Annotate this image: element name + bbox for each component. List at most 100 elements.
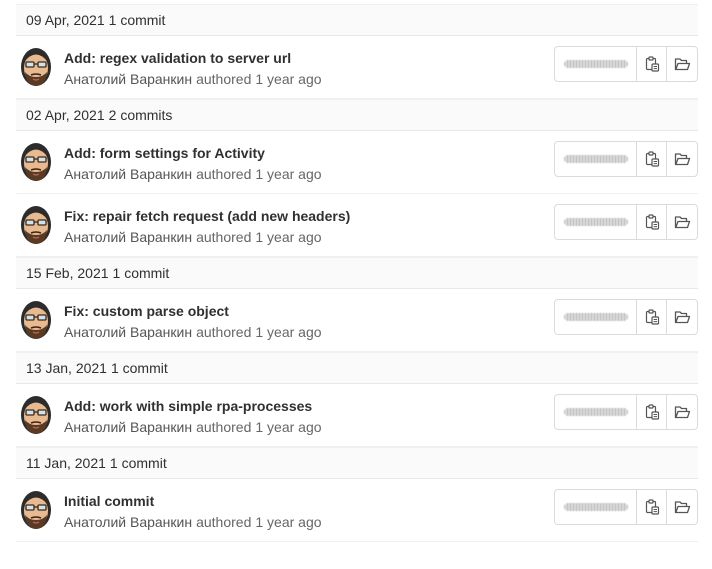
copy-sha-button[interactable] xyxy=(637,205,667,239)
folder-open-icon xyxy=(674,500,690,513)
commit-row: Add: regex validation to server url Анат… xyxy=(16,36,698,99)
commit-author-link[interactable]: Анатолий Варанкин xyxy=(64,514,192,530)
commit-title-link[interactable]: Add: work with simple rpa-processes xyxy=(64,398,312,414)
commit-row: Add: work with simple rpa-processes Анат… xyxy=(16,384,698,447)
commit-actions xyxy=(554,394,698,430)
day-commit-count: 1 commit xyxy=(110,360,168,376)
commit-meta: Анатолий Варанкин authored 1 year ago xyxy=(64,419,322,435)
browse-files-button[interactable] xyxy=(667,205,697,239)
browse-files-button[interactable] xyxy=(667,300,697,334)
commit-sha-button[interactable] xyxy=(555,205,637,239)
folder-open-icon xyxy=(674,57,690,70)
clipboard-copy-icon xyxy=(645,56,659,72)
commit-sha-button[interactable] xyxy=(555,142,637,176)
commit-author-link[interactable]: Анатолий Варанкин xyxy=(64,229,192,245)
clipboard-copy-icon xyxy=(645,309,659,325)
clipboard-copy-icon xyxy=(645,151,659,167)
commit-row: Initial commit Анатолий Варанкин authored… xyxy=(16,479,698,542)
commit-title-link[interactable]: Fix: repair fetch request (add new heade… xyxy=(64,208,350,224)
day-commit-count: 1 commit xyxy=(109,455,167,471)
day-header: 02 Apr, 2021 2 commits xyxy=(16,99,698,131)
author-avatar[interactable] xyxy=(20,490,52,530)
commit-author-link[interactable]: Анатолий Варанкин xyxy=(64,166,192,182)
commit-time: 1 year ago xyxy=(255,419,322,435)
clipboard-copy-icon xyxy=(645,214,659,230)
commit-sha-redacted xyxy=(563,313,628,321)
day-commit-count: 1 commit xyxy=(112,265,170,281)
copy-sha-button[interactable] xyxy=(637,490,667,524)
day-header: 13 Jan, 2021 1 commit xyxy=(16,352,698,384)
commit-actions xyxy=(554,141,698,177)
commit-sha-button[interactable] xyxy=(555,395,637,429)
commit-row: Fix: repair fetch request (add new heade… xyxy=(16,194,698,257)
day-date: 15 Feb, 2021 xyxy=(26,265,109,281)
commit-time: 1 year ago xyxy=(255,166,322,182)
commit-authored-label: authored xyxy=(196,324,252,340)
clipboard-copy-icon xyxy=(645,499,659,515)
commit-sha-button[interactable] xyxy=(555,300,637,334)
commit-time: 1 year ago xyxy=(255,71,322,87)
commit-author-link[interactable]: Анатолий Варанкин xyxy=(64,419,192,435)
commit-actions xyxy=(554,489,698,525)
commit-actions xyxy=(554,299,698,335)
commit-sha-redacted xyxy=(563,218,628,226)
copy-sha-button[interactable] xyxy=(637,300,667,334)
day-date: 13 Jan, 2021 xyxy=(26,360,107,376)
day-date: 11 Jan, 2021 xyxy=(26,455,106,471)
author-avatar[interactable] xyxy=(20,300,52,340)
day-header: 15 Feb, 2021 1 commit xyxy=(16,257,698,289)
author-avatar[interactable] xyxy=(20,395,52,435)
browse-files-button[interactable] xyxy=(667,142,697,176)
commit-sha-redacted xyxy=(563,60,628,68)
commit-sha-button[interactable] xyxy=(555,490,637,524)
commit-list: 09 Apr, 2021 1 commit Add: regex validati… xyxy=(16,4,698,542)
commit-meta: Анатолий Варанкин authored 1 year ago xyxy=(64,71,322,87)
copy-sha-button[interactable] xyxy=(637,395,667,429)
commit-sha-redacted xyxy=(563,408,628,416)
day-date: 02 Apr, 2021 xyxy=(26,107,105,123)
author-avatar[interactable] xyxy=(20,142,52,182)
browse-files-button[interactable] xyxy=(667,395,697,429)
folder-open-icon xyxy=(674,215,690,228)
commit-authored-label: authored xyxy=(196,514,252,530)
copy-sha-button[interactable] xyxy=(637,47,667,81)
commit-meta: Анатолий Варанкин authored 1 year ago xyxy=(64,229,322,245)
browse-files-button[interactable] xyxy=(667,490,697,524)
folder-open-icon xyxy=(674,152,690,165)
commit-row: Fix: custom parse object Анатолий Варанк… xyxy=(16,289,698,352)
day-commit-count: 2 commits xyxy=(108,107,173,123)
commit-meta: Анатолий Варанкин authored 1 year ago xyxy=(64,166,322,182)
folder-open-icon xyxy=(674,405,690,418)
copy-sha-button[interactable] xyxy=(637,142,667,176)
commit-actions xyxy=(554,204,698,240)
commit-authored-label: authored xyxy=(196,166,252,182)
commit-authored-label: authored xyxy=(196,419,252,435)
commit-time: 1 year ago xyxy=(255,324,322,340)
author-avatar[interactable] xyxy=(20,205,52,245)
commit-row: Add: form settings for Activity Анатолий… xyxy=(16,131,698,194)
commit-actions xyxy=(554,46,698,82)
commit-sha-button[interactable] xyxy=(555,47,637,81)
day-commit-count: 1 commit xyxy=(108,12,166,28)
clipboard-copy-icon xyxy=(645,404,659,420)
commit-title-link[interactable]: Initial commit xyxy=(64,493,154,509)
commit-time: 1 year ago xyxy=(255,514,322,530)
commit-author-link[interactable]: Анатолий Варанкин xyxy=(64,71,192,87)
author-avatar[interactable] xyxy=(20,47,52,87)
day-date: 09 Apr, 2021 xyxy=(26,12,105,28)
commit-author-link[interactable]: Анатолий Варанкин xyxy=(64,324,192,340)
commit-authored-label: authored xyxy=(196,71,252,87)
commit-time: 1 year ago xyxy=(255,229,322,245)
commit-sha-redacted xyxy=(563,155,628,163)
commit-authored-label: authored xyxy=(196,229,252,245)
day-header: 09 Apr, 2021 1 commit xyxy=(16,4,698,36)
commit-meta: Анатолий Варанкин authored 1 year ago xyxy=(64,514,322,530)
commit-title-link[interactable]: Fix: custom parse object xyxy=(64,303,229,319)
browse-files-button[interactable] xyxy=(667,47,697,81)
commit-meta: Анатолий Варанкин authored 1 year ago xyxy=(64,324,322,340)
commit-sha-redacted xyxy=(563,503,628,511)
folder-open-icon xyxy=(674,310,690,323)
commit-title-link[interactable]: Add: regex validation to server url xyxy=(64,50,291,66)
day-header: 11 Jan, 2021 1 commit xyxy=(16,447,698,479)
commit-title-link[interactable]: Add: form settings for Activity xyxy=(64,145,265,161)
